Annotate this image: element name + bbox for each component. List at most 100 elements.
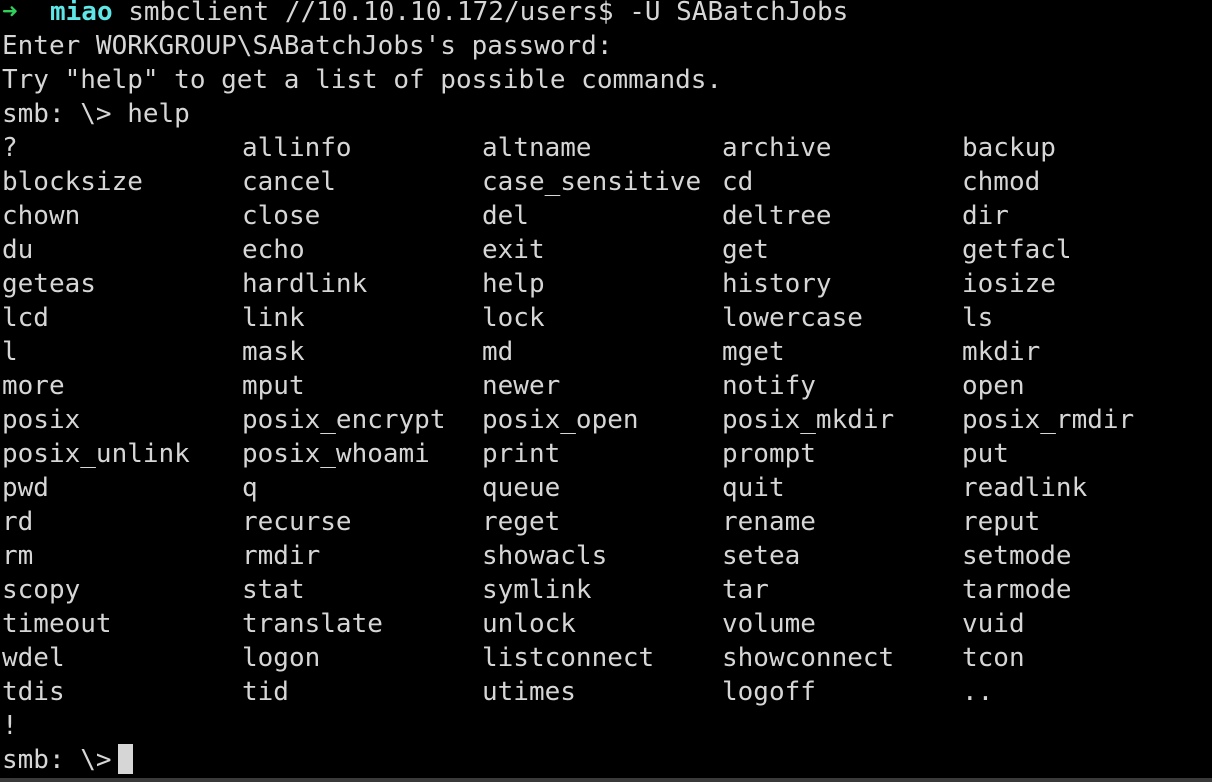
- command-item: reput: [962, 507, 1041, 537]
- command-row: posix_unlink posix_whoami print prompt put: [2, 437, 1210, 471]
- command-item: lock: [482, 303, 545, 333]
- command-row: ? allinfo altname archive backup: [2, 131, 1210, 165]
- command-item: backup: [962, 133, 1056, 163]
- command-item: put: [962, 439, 1009, 469]
- help-hint-line: Try "help" to get a list of possible com…: [2, 65, 723, 95]
- command-row: timeout translate unlock volume vuid: [2, 607, 1210, 641]
- command-item: !: [2, 711, 18, 741]
- command-item: archive: [722, 133, 832, 163]
- command-item: deltree: [722, 201, 832, 231]
- command-item: getfacl: [962, 235, 1072, 265]
- command-item: ..: [962, 677, 994, 707]
- command-item: mkdir: [962, 337, 1041, 367]
- command-item: logon: [242, 643, 321, 673]
- smb-active-prompt-line[interactable]: smb: \>: [2, 743, 1210, 777]
- command-item: ls: [962, 303, 994, 333]
- command-item: posix_open: [482, 405, 639, 435]
- command-item: iosize: [962, 269, 1056, 299]
- command-item: listconnect: [482, 643, 655, 673]
- command-row: more mput newer notify open: [2, 369, 1210, 403]
- command-item: stat: [242, 575, 305, 605]
- command-item: print: [482, 439, 561, 469]
- command-item: dir: [962, 201, 1009, 231]
- command-item: posix: [2, 405, 81, 435]
- command-item: posix_unlink: [2, 439, 190, 469]
- command-item: case_sensitive: [482, 167, 702, 197]
- command-item: chown: [2, 201, 81, 231]
- command-item: rd: [2, 507, 34, 537]
- command-item: del: [482, 201, 529, 231]
- command-item: get: [722, 235, 769, 265]
- command-item: mget: [722, 337, 785, 367]
- command-item: close: [242, 201, 321, 231]
- text-cursor[interactable]: [117, 744, 133, 774]
- command-item: history: [722, 269, 832, 299]
- command-item: rm: [2, 541, 34, 571]
- command-item: posix_whoami: [242, 439, 430, 469]
- command-item: chmod: [962, 167, 1041, 197]
- command-row: pwd q queue quit readlink: [2, 471, 1210, 505]
- command-item: rename: [722, 507, 816, 537]
- command-item: md: [482, 337, 514, 367]
- command-item: altname: [482, 133, 592, 163]
- command-row: rm rmdir showacls setea setmode: [2, 539, 1210, 573]
- command-row: !: [2, 709, 1210, 743]
- command-item: queue: [482, 473, 561, 503]
- command-item: quit: [722, 473, 785, 503]
- help-command-list: ? allinfo altname archive backup blocksize can…: [2, 131, 1210, 743]
- command-item: open: [962, 371, 1025, 401]
- command-item: tcon: [962, 643, 1025, 673]
- command-item: rmdir: [242, 541, 321, 571]
- command-item: blocksize: [2, 167, 143, 197]
- command-row: blocksize cancel case_sensitive cd chmod: [2, 165, 1210, 199]
- command-item: readlink: [962, 473, 1088, 503]
- command-item: volume: [722, 609, 816, 639]
- command-item: setmode: [962, 541, 1072, 571]
- command-item: pwd: [2, 473, 49, 503]
- command-row: l mask md mget mkdir: [2, 335, 1210, 369]
- command-item: scopy: [2, 575, 81, 605]
- smb-help-command-line: smb: \> help: [2, 99, 190, 129]
- command-item: cancel: [242, 167, 336, 197]
- command-item: mask: [242, 337, 305, 367]
- command-item: utimes: [482, 677, 576, 707]
- command-item: translate: [242, 609, 383, 639]
- prompt-user: miao: [50, 0, 113, 27]
- command-row: tdis tid utimes logoff..: [2, 675, 1210, 709]
- command-item: mput: [242, 371, 305, 401]
- command-item: vuid: [962, 609, 1025, 639]
- command-row: scopy stat symlink tar tarmode: [2, 573, 1210, 607]
- command-item: du: [2, 235, 34, 265]
- command-item: tar: [722, 575, 769, 605]
- command-item: symlink: [482, 575, 592, 605]
- command-row: rd recurse reget rename reput: [2, 505, 1210, 539]
- command-item: more: [2, 371, 65, 401]
- command-item: lcd: [2, 303, 49, 333]
- window-bottom-edge: [0, 778, 1212, 782]
- command-item: l: [2, 337, 18, 367]
- command-item: help: [482, 269, 545, 299]
- command-item: exit: [482, 235, 545, 265]
- command-item: showconnect: [722, 643, 895, 673]
- terminal-window[interactable]: ➜ miao smbclient //10.10.10.172/users$ -U…: [2, 0, 1210, 777]
- command-row: posix posix_encrypt posix_open posix_mkdir p…: [2, 403, 1210, 437]
- command-item: reget: [482, 507, 561, 537]
- command-item: setea: [722, 541, 801, 571]
- command-item: allinfo: [242, 133, 352, 163]
- smb-prompt: smb: \>: [2, 745, 112, 775]
- command-item: posix_rmdir: [962, 405, 1135, 435]
- command-item: hardlink: [242, 269, 368, 299]
- command-item: timeout: [2, 609, 112, 639]
- prompt-arrow-icon: ➜: [2, 0, 18, 27]
- command-item: posix_mkdir: [722, 405, 895, 435]
- command-row: lcd link lock lowercase ls: [2, 301, 1210, 335]
- command-item: cd: [722, 167, 754, 197]
- command-item: link: [242, 303, 305, 333]
- password-prompt-line: Enter WORKGROUP\SABatchJobs's password:: [2, 31, 613, 61]
- command-item: unlock: [482, 609, 576, 639]
- command-item: wdel: [2, 643, 65, 673]
- command-item: echo: [242, 235, 305, 265]
- command-item: prompt: [722, 439, 816, 469]
- command-item: lowercase: [722, 303, 863, 333]
- shell-prompt-line: ➜ miao smbclient //10.10.10.172/users$ -U…: [2, 0, 1210, 29]
